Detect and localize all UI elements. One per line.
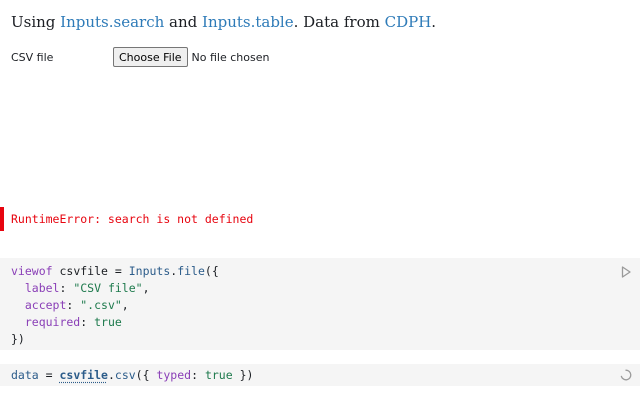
code-variable-reference[interactable]: csvfile: [59, 368, 107, 382]
code-token: data: [11, 368, 39, 382]
code-boolean: true: [204, 368, 233, 382]
link-inputs-search[interactable]: Inputs.search: [60, 13, 164, 31]
code-token: ,: [142, 281, 150, 295]
code-line: data = csvfile.csv({ typed: true }): [11, 367, 640, 384]
code-token: }): [11, 332, 25, 346]
code-token: =: [38, 368, 60, 382]
code-cell-csvfile[interactable]: viewof csvfile = Inputs.file({ label: "C…: [0, 258, 640, 350]
code-keyword: viewof: [11, 264, 53, 278]
code-cell-data[interactable]: data = csvfile.csv({ typed: true }): [0, 364, 640, 386]
code-token: file: [177, 264, 205, 278]
code-token: csv: [114, 368, 136, 382]
error-cell: RuntimeError: search is not defined: [0, 207, 640, 231]
intro-part: . Data from: [293, 13, 385, 31]
code-line: required: true: [11, 314, 640, 331]
error-marker: [0, 207, 4, 231]
code-line: accept: ".csv",: [11, 297, 640, 314]
csv-file-label: CSV file: [11, 50, 54, 64]
code-string: "CSV file": [73, 281, 143, 295]
code-boolean: true: [94, 315, 122, 329]
code-property: label: [11, 281, 60, 295]
code-string: ".csv": [80, 298, 122, 312]
code-property: typed: [156, 368, 192, 382]
code-token: ,: [121, 298, 129, 312]
code-line: }): [11, 331, 640, 348]
code-property: required: [11, 315, 81, 329]
choose-file-button[interactable]: Choose File: [113, 47, 188, 67]
code-line: label: "CSV file",: [11, 280, 640, 297]
code-token: ({: [135, 368, 157, 382]
code-token: :: [191, 368, 205, 382]
code-property: accept: [11, 298, 67, 312]
code-token: ({: [204, 264, 219, 278]
code-token: }): [232, 368, 254, 382]
intro-part: .: [431, 13, 437, 31]
link-inputs-table[interactable]: Inputs.table: [202, 13, 294, 31]
code-token: :: [59, 281, 74, 295]
code-token: :: [66, 298, 81, 312]
spinner-icon: [620, 369, 632, 381]
code-token: .: [107, 368, 115, 382]
intro-text: Using Inputs.search and Inputs.table. Da…: [11, 11, 436, 33]
intro-part: Using: [11, 13, 61, 31]
code-token: csvfile =: [52, 264, 129, 278]
intro-part: and: [164, 13, 203, 31]
code-token: Inputs: [128, 264, 171, 278]
link-cdph[interactable]: CDPH: [385, 13, 432, 31]
code-line: viewof csvfile = Inputs.file({: [11, 263, 640, 280]
code-token: :: [80, 315, 95, 329]
csv-file-input-row: CSV file Choose File No file chosen: [11, 47, 611, 67]
error-message: RuntimeError: search is not defined: [11, 212, 254, 226]
file-status: No file chosen: [191, 50, 270, 64]
play-icon[interactable]: [621, 266, 631, 278]
